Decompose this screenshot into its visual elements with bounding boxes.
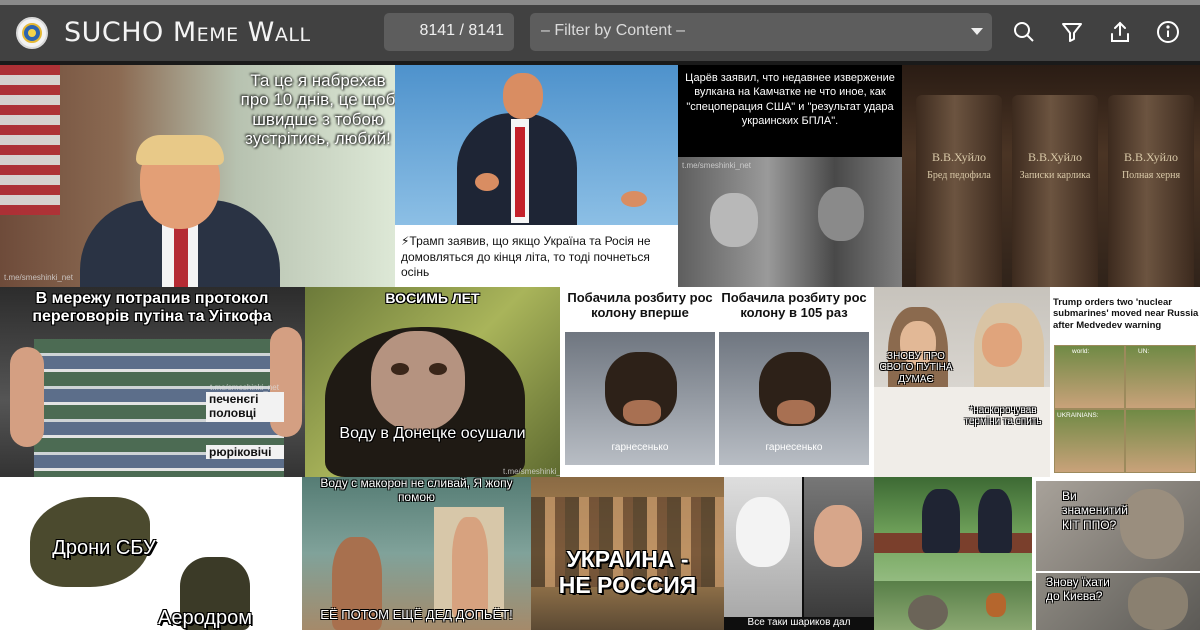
page-title: SUCHO Meme Wall — [64, 17, 311, 48]
book-subtitle: Полная херня — [1121, 170, 1181, 181]
man-figure — [452, 517, 488, 617]
bed-sheet — [874, 387, 1050, 477]
content-filter-select[interactable]: – Filter by Content – — [530, 13, 992, 51]
search-icon[interactable] — [1012, 20, 1036, 44]
seal-figure — [908, 595, 948, 630]
chevron-down-icon — [971, 28, 983, 35]
person-hand — [475, 173, 499, 191]
meme-caption-top: Дрони СБУ — [52, 537, 156, 559]
meme-tile-melania-trump-bed[interactable]: ЗНОВУ ПРО СВОГО ПУТІНА ДУМАЄ *наскорочув… — [874, 287, 1050, 477]
filter-icon[interactable] — [1060, 20, 1084, 44]
person-face — [503, 73, 543, 119]
watermark: t.me/smeshinki_net — [682, 161, 751, 170]
info-icon[interactable] — [1156, 20, 1180, 44]
person-head — [710, 193, 758, 247]
meme-tile-trump-submarines[interactable]: Trump orders two 'nuclear submarines' mo… — [1050, 287, 1200, 477]
app-header: SUCHO Meme Wall 8141 / 8141 – Filter by … — [0, 5, 1200, 61]
meme-caption-right: *наскорочував терміни та спить — [964, 405, 1042, 428]
flag-image — [0, 65, 60, 215]
reaction-label: UN: — [1138, 348, 1150, 355]
logo-center — [28, 29, 36, 37]
chimp-face — [371, 331, 465, 431]
person-figure — [978, 489, 1012, 553]
reaction-cell — [1055, 410, 1124, 472]
meme-caption-bottom: Воду в Донецке осушали — [339, 425, 526, 442]
book-label: печенєгі половці — [206, 392, 284, 422]
meme-tile-ukraine-not-russia[interactable]: УКРАИНА - НЕ РОССИЯ — [531, 477, 724, 630]
meme-tile-cat-ppo[interactable]: Ви знаменитий КІТ ППО? Знову їхати до Ки… — [1032, 477, 1200, 630]
book-spine: В.В.Хуйло Полная херня — [1108, 95, 1194, 287]
person-hand — [621, 191, 647, 207]
meme-caption-bottom: Знову їхати до Києва? — [1046, 575, 1110, 604]
fox-figure — [986, 593, 1006, 617]
reaction-cell — [1126, 346, 1195, 408]
meme-caption-bottom: НЕ РОССИЯ — [558, 572, 697, 598]
book-title: В.В.Хуйло — [1123, 150, 1179, 164]
cat-figure — [1128, 577, 1188, 630]
book-subtitle: Записки карлика — [1019, 170, 1091, 181]
dog-muzzle — [623, 400, 661, 424]
meme-caption-right: Побачила розбиту рос колону в 105 раз — [721, 290, 867, 320]
reaction-label: UKRAINIANS: — [1057, 412, 1099, 419]
meme-caption-top: ВОСИМЬ ЛЕТ — [385, 290, 480, 306]
reaction-grid: world: UN: UKRAINIANS: — [1054, 345, 1196, 473]
person-figure — [922, 489, 960, 553]
meme-caption: В мережу потрапив протокол переговорів п… — [32, 290, 272, 326]
dog-panel: гарнесенько — [565, 332, 715, 465]
book-title: В.В.Хуйло — [931, 150, 987, 164]
meme-tile-sharikov[interactable]: Все таки шариков дал — [724, 477, 874, 630]
meme-caption: Все таки шариков дал — [747, 617, 851, 628]
book-title: В.В.Хуйло — [1027, 150, 1083, 164]
watermark: t.me/smeshinki_net — [4, 273, 73, 282]
dog-label: гарнесенько — [765, 442, 823, 453]
meme-caption-bottom: ЕЁ ПОТОМ ЕЩЁ ДЕД ДОПЬЁТ! — [320, 607, 513, 622]
sucho-logo[interactable] — [16, 17, 48, 49]
reaction-cell — [1055, 346, 1124, 408]
dog-muzzle — [777, 400, 815, 424]
dog-label: гарнесенько — [611, 442, 669, 453]
person-hair — [136, 135, 224, 165]
dog-panel: гарнесенько — [719, 332, 869, 465]
watermark: t.me/smeshinki_net — [210, 383, 279, 392]
meme-caption: Царёв заявил, что недавнее извержение ву… — [685, 72, 895, 127]
person-tie — [515, 127, 525, 217]
book-spine: В.В.Хуйло Бред педофила — [916, 95, 1002, 287]
person-face — [814, 505, 862, 567]
book-subtitle: Бред педофила — [927, 170, 991, 181]
meme-caption-top: Ви знаменитий КІТ ППО? — [1062, 489, 1128, 532]
meme-caption-left: Побачила розбиту рос колону вперше — [567, 290, 713, 320]
meme-tile-trump-phone[interactable]: Та це я набрехав про 10 днів, це щоб шви… — [0, 65, 395, 287]
meme-caption-bottom: Аеродром — [158, 607, 252, 629]
meme-caption: Та це я набрехав про 10 днів, це щоб шви… — [240, 71, 395, 149]
meme-tile-tsaryov-volcano[interactable]: Царёв заявил, что недавнее извержение ву… — [678, 65, 902, 287]
reaction-label: world: — [1072, 348, 1090, 355]
book-label: рюріковічі — [206, 445, 284, 459]
lower-panel — [874, 581, 1032, 630]
meme-caption-top: УКРАИНА - — [566, 546, 689, 572]
man-face — [982, 323, 1022, 367]
person-head — [818, 187, 864, 241]
meme-caption: ⚡Трамп заявив, що якщо Україна та Росія … — [401, 234, 651, 280]
filter-placeholder: – Filter by Content – — [541, 22, 686, 39]
meme-tile-chimp-donetsk[interactable]: ВОСИМЬ ЛЕТ Воду в Донецке осушали t.me/s… — [305, 287, 560, 477]
meme-tile-history-books[interactable]: В мережу потрапив протокол переговорів п… — [0, 287, 305, 477]
meme-tile-huilo-books[interactable]: В.В.Хуйло Бред педофила В.В.Хуйло Записк… — [902, 65, 1200, 287]
meme-tile-sbu-drones[interactable]: Дрони СБУ Аеродром — [0, 477, 302, 630]
watermark: t.me/smeshinki_net — [503, 467, 560, 476]
hand — [10, 347, 44, 447]
chimp-eye — [429, 363, 447, 375]
meme-tile-dog-convoy[interactable]: Побачила розбиту рос колону вперше Побач… — [560, 287, 874, 477]
book-spine: В.В.Хуйло Записки карлика — [1012, 95, 1098, 287]
meme-caption-top: Воду с макорон не сливай, Я жопу помою — [320, 477, 513, 504]
meme-tile-makaron-dad[interactable]: Воду с макорон не сливай, Я жопу помою Е… — [302, 477, 531, 630]
bandaged-head — [736, 497, 790, 567]
chimp-eye — [391, 363, 409, 375]
meme-tile-trump-autumn[interactable]: ⚡Трамп заявив, що якщо Україна та Росія … — [395, 65, 678, 287]
meme-caption-left: ЗНОВУ ПРО СВОГО ПУТІНА ДУМАЄ — [879, 351, 953, 385]
upload-icon[interactable] — [1108, 20, 1132, 44]
meme-tile-bench-meeting[interactable] — [874, 477, 1032, 630]
meme-counter: 8141 / 8141 — [384, 13, 514, 51]
meme-caption: Trump orders two 'nuclear submarines' mo… — [1053, 297, 1199, 331]
reaction-cell — [1126, 410, 1195, 472]
